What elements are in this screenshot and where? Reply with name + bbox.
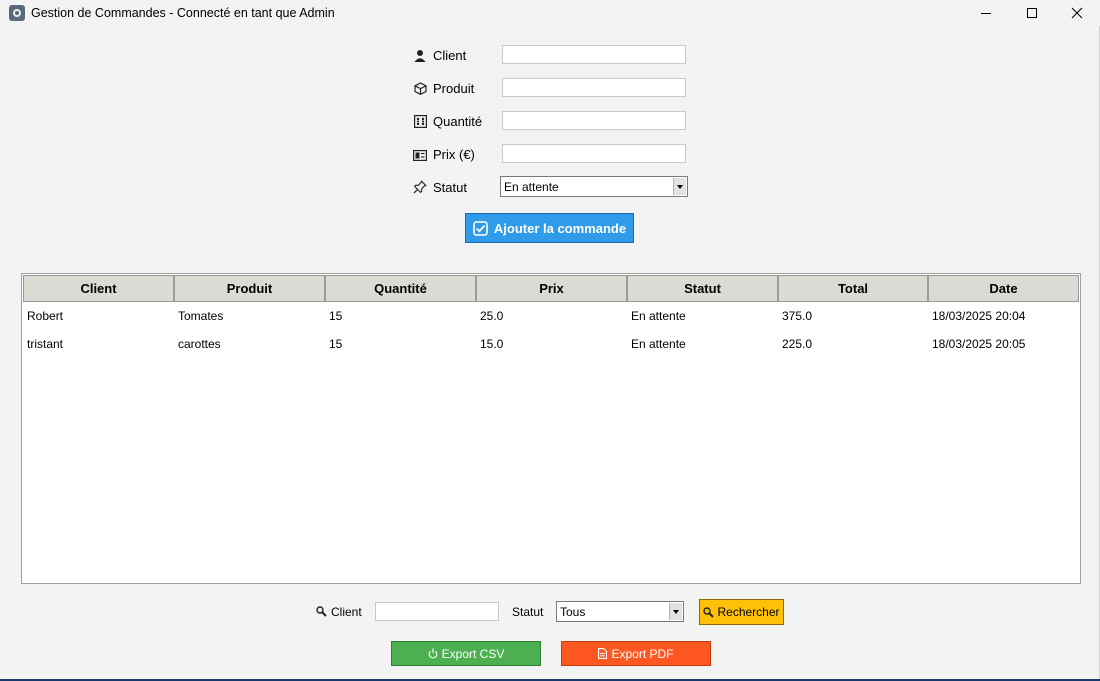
minimize-button[interactable] xyxy=(963,0,1009,26)
maximize-icon xyxy=(1027,8,1037,18)
cell-price: 25.0 xyxy=(480,309,504,323)
add-order-button-label: Ajouter la commande xyxy=(493,220,627,236)
chevron-down-icon[interactable] xyxy=(673,178,686,195)
column-header-total[interactable]: Total xyxy=(778,275,928,302)
orders-table[interactable]: Client Produit Quantité Prix Statut Tota… xyxy=(21,273,1081,584)
quantity-label: Quantité xyxy=(433,114,483,129)
product-field[interactable] xyxy=(502,78,686,97)
cell-client: tristant xyxy=(27,337,64,351)
close-button[interactable] xyxy=(1054,0,1100,26)
app-icon xyxy=(9,5,25,21)
add-order-button[interactable]: Ajouter la commande xyxy=(465,213,634,243)
close-icon xyxy=(1071,7,1083,19)
export-pdf-button[interactable]: Export PDF xyxy=(561,641,711,666)
search-status-select[interactable]: Tous xyxy=(556,601,684,622)
document-icon xyxy=(598,648,608,659)
cell-status: En attente xyxy=(631,309,686,323)
product-label: Produit xyxy=(433,81,475,96)
cell-total: 375.0 xyxy=(782,309,813,323)
export-csv-button[interactable]: Export CSV xyxy=(391,641,541,666)
price-label: Prix (€) xyxy=(433,147,475,162)
maximize-button[interactable] xyxy=(1009,0,1055,26)
quantity-field[interactable] xyxy=(502,111,686,130)
cell-status: En attente xyxy=(631,337,686,351)
search-client-label: Client xyxy=(331,605,362,619)
status-select[interactable]: En attente xyxy=(500,176,688,197)
export-pdf-label: Export PDF xyxy=(611,646,674,661)
column-header-product[interactable]: Produit xyxy=(174,275,325,302)
search-status-value: Tous xyxy=(560,605,586,619)
column-header-status[interactable]: Statut xyxy=(627,275,778,302)
power-icon xyxy=(428,648,438,659)
cell-quantity: 15 xyxy=(329,337,343,351)
column-header-date[interactable]: Date xyxy=(928,275,1079,302)
checkbox-icon xyxy=(473,220,488,236)
pushpin-icon xyxy=(412,179,428,195)
status-select-value: En attente xyxy=(504,180,559,194)
search-button[interactable]: Rechercher xyxy=(699,599,784,625)
money-icon xyxy=(412,147,428,163)
price-field[interactable] xyxy=(502,144,686,163)
package-icon xyxy=(412,80,428,96)
cell-product: Tomates xyxy=(178,309,224,323)
status-label: Statut xyxy=(433,180,467,195)
cell-client: Robert xyxy=(27,309,64,323)
cell-quantity: 15 xyxy=(329,309,343,323)
cell-price: 15.0 xyxy=(480,337,504,351)
column-header-price[interactable]: Prix xyxy=(476,275,627,302)
cell-product: carottes xyxy=(178,337,221,351)
column-header-quantity[interactable]: Quantité xyxy=(325,275,476,302)
person-icon xyxy=(412,47,428,63)
magnifier-icon xyxy=(316,606,327,617)
search-client-field[interactable] xyxy=(375,602,499,621)
cell-date: 18/03/2025 20:04 xyxy=(932,309,1026,323)
column-header-client[interactable]: Client xyxy=(23,275,174,302)
cell-total: 225.0 xyxy=(782,337,813,351)
title-bar: Gestion de Commandes - Connecté en tant … xyxy=(0,0,1100,26)
app-window: Gestion de Commandes - Connecté en tant … xyxy=(0,0,1100,679)
magnifier-icon xyxy=(703,606,715,618)
chevron-down-icon[interactable] xyxy=(669,603,682,620)
client-label: Client xyxy=(433,48,467,63)
search-status-label: Statut xyxy=(512,605,544,619)
client-field[interactable] xyxy=(502,45,686,64)
search-button-label: Rechercher xyxy=(717,605,780,619)
cell-date: 18/03/2025 20:05 xyxy=(932,337,1026,351)
window-title: Gestion de Commandes - Connecté en tant … xyxy=(31,6,335,20)
abacus-icon xyxy=(412,113,428,129)
export-csv-label: Export CSV xyxy=(441,646,505,661)
minimize-icon xyxy=(981,13,991,14)
